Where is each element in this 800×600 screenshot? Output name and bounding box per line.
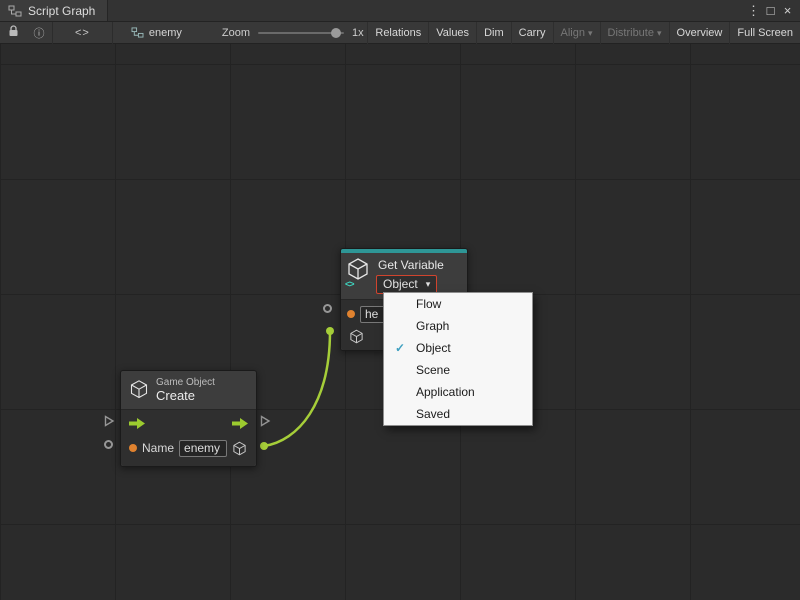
zoom-slider-knob[interactable]	[331, 28, 341, 38]
toolbar: ⓘ <> enemy Zoom 1x Relations Values Dim …	[0, 22, 800, 44]
create-name-port[interactable]	[104, 440, 113, 449]
lock-icon[interactable]	[0, 25, 26, 41]
node-subtitle: Game Object	[156, 377, 215, 388]
node-title: Get Variable	[378, 258, 444, 272]
create-node[interactable]: Game Object Create Name	[120, 370, 257, 467]
menu-item-flow[interactable]: Flow	[384, 293, 532, 315]
string-port-icon[interactable]	[347, 310, 355, 318]
gameobject-output-icon[interactable]	[232, 441, 247, 456]
window-controls: ⋮ □ ×	[745, 0, 800, 21]
overview-button[interactable]: Overview	[669, 22, 730, 44]
toolbar-button-group: Relations Values Dim Carry Align▾ Distri…	[367, 22, 800, 44]
wire-end-dot	[326, 327, 334, 335]
tab-label: Script Graph	[28, 4, 95, 18]
chevron-down-icon: ▾	[657, 22, 662, 44]
menu-item-saved[interactable]: Saved	[384, 403, 532, 425]
close-icon[interactable]: ×	[779, 0, 796, 22]
zoom-control: Zoom 1x	[222, 27, 364, 39]
scope-dropdown-menu: Flow Graph ✓ Object Scene Application Sa…	[383, 292, 533, 426]
flow-in-port[interactable]	[103, 415, 115, 427]
maximize-icon[interactable]: □	[762, 0, 779, 22]
fullscreen-button[interactable]: Full Screen	[729, 22, 800, 44]
variable-cube-icon: <>	[346, 257, 372, 287]
string-port-icon[interactable]	[129, 444, 137, 452]
code-badge-icon: <>	[345, 279, 354, 289]
distribute-button: Distribute▾	[600, 22, 669, 44]
check-icon: ✓	[384, 341, 416, 355]
zoom-label: Zoom	[222, 27, 250, 39]
menu-item-graph[interactable]: Graph	[384, 315, 532, 337]
unity-script-graph-window: { "titlebar": { "tab_label": "Script Gra…	[0, 0, 800, 600]
relations-button[interactable]: Relations	[367, 22, 428, 44]
name-param-row: Name	[121, 438, 256, 458]
node-title: Create	[156, 388, 215, 403]
zoom-value: 1x	[352, 27, 364, 39]
script-graph-icon	[8, 5, 22, 17]
flow-in-arrow-icon[interactable]	[129, 418, 145, 429]
info-icon[interactable]: ⓘ	[26, 25, 52, 41]
gameobject-cube-icon	[129, 379, 149, 401]
graph-asset-icon	[131, 27, 144, 38]
graph-name: enemy	[149, 27, 182, 39]
menu-item-object[interactable]: ✓ Object	[384, 337, 532, 359]
flow-out-arrow-icon[interactable]	[232, 418, 248, 429]
chevron-down-icon: ▾	[426, 279, 431, 290]
gameobject-port-icon[interactable]	[349, 329, 364, 344]
tab-script-graph[interactable]: Script Graph	[0, 0, 108, 21]
dim-button[interactable]: Dim	[476, 22, 511, 44]
flow-out-port[interactable]	[259, 415, 271, 427]
menu-item-application[interactable]: Application	[384, 381, 532, 403]
carry-button[interactable]: Carry	[511, 22, 553, 44]
graph-canvas[interactable]: <> Get Variable Object ▾	[0, 44, 800, 600]
zoom-slider[interactable]	[258, 28, 344, 38]
titlebar: Script Graph ⋮ □ ×	[0, 0, 800, 22]
wire-start-dot	[260, 442, 268, 450]
param-label: Name	[142, 441, 174, 455]
menu-item-scene[interactable]: Scene	[384, 359, 532, 381]
create-node-header[interactable]: Game Object Create	[121, 371, 256, 409]
align-button: Align▾	[553, 22, 600, 44]
flow-port-row	[121, 416, 256, 430]
toolbar-separator	[112, 22, 113, 44]
titlebar-spacer	[108, 0, 745, 21]
code-view-icon[interactable]: <>	[53, 27, 112, 39]
graph-breadcrumb[interactable]: enemy	[121, 27, 192, 39]
create-node-body: Name	[121, 409, 256, 466]
chevron-down-icon: ▾	[588, 22, 593, 44]
get-variable-name-port[interactable]	[323, 304, 332, 313]
kebab-menu-icon[interactable]: ⋮	[745, 0, 762, 22]
values-button[interactable]: Values	[428, 22, 476, 44]
name-param-input[interactable]	[179, 440, 227, 457]
